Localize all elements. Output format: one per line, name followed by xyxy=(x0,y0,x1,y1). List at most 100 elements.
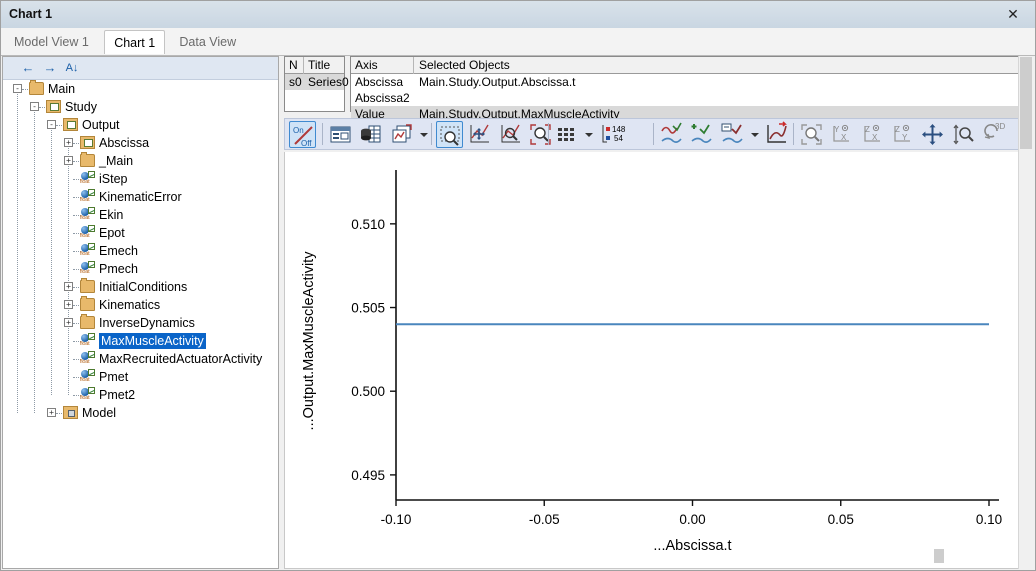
tree-node-label: Main xyxy=(48,82,76,96)
rotate-3d-icon[interactable]: 3D xyxy=(980,121,1007,148)
horizontal-scrollbar-thumb[interactable] xyxy=(934,549,944,563)
folder-icon xyxy=(80,278,95,293)
float-variable-icon: float xyxy=(80,207,96,222)
tab-chart-1[interactable]: Chart 1 xyxy=(104,30,166,54)
scrollbar-thumb[interactable] xyxy=(1020,57,1032,149)
tree-node-maxmuscleactivity[interactable]: float MaxMuscleActivity xyxy=(3,332,278,350)
x-tick-label: -0.05 xyxy=(529,512,560,527)
y-tick-label: 0.500 xyxy=(351,384,385,399)
tree-node-pmech[interactable]: float Pmech xyxy=(3,260,278,278)
close-icon[interactable]: ✕ xyxy=(995,3,1031,26)
tree-node-istep[interactable]: float iStep xyxy=(3,170,278,188)
curve-style-icon[interactable] xyxy=(658,121,685,148)
series-row-n: s0 xyxy=(289,75,302,89)
add-curve-icon[interactable] xyxy=(688,121,715,148)
tree-node-kinematics[interactable]: + Kinematics xyxy=(3,296,278,314)
series-table-header: N Title xyxy=(285,57,344,74)
chart-properties-icon[interactable] xyxy=(327,121,354,148)
chevron-down-icon[interactable] xyxy=(749,121,760,148)
tree-node-emech[interactable]: float Emech xyxy=(3,242,278,260)
expand-icon[interactable]: + xyxy=(64,318,73,327)
view-yx-icon[interactable]: Y X xyxy=(828,121,855,148)
chevron-down-icon[interactable] xyxy=(418,121,429,148)
tree-node-maxrecruitedactuatoractivity[interactable]: float MaxRecruitedActuatorActivity xyxy=(3,350,278,368)
expand-icon[interactable]: + xyxy=(47,408,56,417)
axis-name: Abscissa2 xyxy=(355,91,410,105)
view-zx-icon[interactable]: Z X xyxy=(859,121,886,148)
folder-icon xyxy=(29,80,44,95)
column-divider[interactable] xyxy=(303,57,304,74)
series-table[interactable]: N Title s0 Series0 xyxy=(284,56,349,112)
axis-name: Abscissa xyxy=(355,75,404,89)
move-view-icon[interactable] xyxy=(919,121,946,148)
axis-table-row[interactable]: Abscissa Main.Study.Output.Abscissa.t xyxy=(351,74,1032,90)
tree-node-ekin[interactable]: float Ekin xyxy=(3,206,278,224)
tab-model-view-1[interactable]: Model View 1 xyxy=(5,30,98,54)
zoom-rectangle-icon[interactable] xyxy=(436,121,463,148)
expand-icon[interactable]: + xyxy=(64,156,73,165)
series-row-title: Series0 xyxy=(308,75,349,89)
collapse-icon[interactable]: - xyxy=(13,84,22,93)
model-tree[interactable]: - Main - Study - Output + Abscissa + _Main float iS… xyxy=(3,80,278,568)
chart-window: Chart 1 ✕ Model View 1 Chart 1 Data View ←… xyxy=(0,0,1036,571)
tree-node-output[interactable]: - Output xyxy=(3,116,278,134)
tree-node-main[interactable]: + _Main xyxy=(3,152,278,170)
collapse-icon[interactable]: - xyxy=(47,120,56,129)
view-tab-strip: Model View 1 Chart 1 Data View xyxy=(1,28,1035,56)
expand-icon[interactable]: + xyxy=(64,138,73,147)
tree-node-label: Study xyxy=(65,100,97,114)
tree-node-epot[interactable]: float Epot xyxy=(3,224,278,242)
vertical-scrollbar[interactable] xyxy=(1018,56,1034,569)
float-variable-icon: float xyxy=(80,333,96,348)
tab-data-view[interactable]: Data View xyxy=(170,30,245,54)
forward-arrow-icon[interactable]: → xyxy=(41,60,59,76)
view-zy-icon[interactable]: Z Y xyxy=(889,121,916,148)
tree-node-model[interactable]: + Model xyxy=(3,404,278,422)
zoom-reset-icon[interactable] xyxy=(798,121,825,148)
chevron-down-icon[interactable] xyxy=(583,121,594,148)
series-row[interactable]: s0 Series0 xyxy=(285,74,349,90)
tree-node-kinematicerror[interactable]: float KinematicError xyxy=(3,188,278,206)
export-curve-icon[interactable] xyxy=(763,121,790,148)
zoom-fit-icon[interactable] xyxy=(527,121,554,148)
tree-node-pmet[interactable]: float Pmet xyxy=(3,368,278,386)
expand-icon[interactable]: + xyxy=(64,282,73,291)
tree-node-initialconditions[interactable]: + InitialConditions xyxy=(3,278,278,296)
tree-node-study[interactable]: - Study xyxy=(3,98,278,116)
tree-node-inversedynamics[interactable]: + InverseDynamics xyxy=(3,314,278,332)
zoom-vertical-icon[interactable] xyxy=(950,121,977,148)
tree-node-abscissa[interactable]: + Abscissa xyxy=(3,134,278,152)
grid-icon[interactable] xyxy=(553,121,580,148)
point-count-icon[interactable]: 148 54 xyxy=(598,121,636,148)
x-tick-label: 0.10 xyxy=(976,512,1002,527)
sort-az-icon[interactable]: A↓ xyxy=(63,60,81,76)
title-bar: Chart 1 ✕ xyxy=(1,1,1035,29)
tree-node-pmet2[interactable]: float Pmet2 xyxy=(3,386,278,404)
x-tick-label: 0.00 xyxy=(679,512,705,527)
chart-pane: N Title s0 Series0 Axis Selected Objects… xyxy=(284,56,1034,569)
axis-table-row[interactable]: Abscissa2 xyxy=(351,90,1032,106)
on-off-toggle-icon[interactable]: On Off xyxy=(289,121,316,148)
data-table-icon[interactable] xyxy=(357,121,384,148)
float-variable-icon: float xyxy=(80,225,96,240)
collapse-icon[interactable]: - xyxy=(30,102,39,111)
chart-folder-icon xyxy=(63,118,78,131)
tree-node-label: InverseDynamics xyxy=(99,316,195,330)
series-col-title: Title xyxy=(308,58,331,72)
axis-selected-object: Main.Study.Output.Abscissa.t xyxy=(419,75,576,89)
x-axis-label: ...Abscissa.t xyxy=(653,538,731,554)
column-divider[interactable] xyxy=(413,57,414,74)
pan-chart-icon[interactable] xyxy=(466,121,493,148)
expand-icon[interactable]: + xyxy=(64,300,73,309)
new-chart-icon[interactable] xyxy=(388,121,415,148)
folder-icon xyxy=(80,314,95,329)
axis-table[interactable]: Axis Selected Objects Abscissa Main.Study… xyxy=(350,56,1033,122)
svg-text:X: X xyxy=(872,133,878,142)
zoom-axis-icon[interactable] xyxy=(497,121,524,148)
chart-canvas[interactable]: 0.495 0.500 0.505 0.510 -0.10 -0.05 0.00 0.05 0.… xyxy=(284,152,1033,569)
tree-node-main[interactable]: - Main xyxy=(3,80,278,98)
curve-label-icon[interactable] xyxy=(719,121,746,148)
back-arrow-icon[interactable]: ← xyxy=(19,60,37,76)
tree-node-label: Model xyxy=(82,406,117,420)
float-variable-icon: float xyxy=(80,369,96,384)
